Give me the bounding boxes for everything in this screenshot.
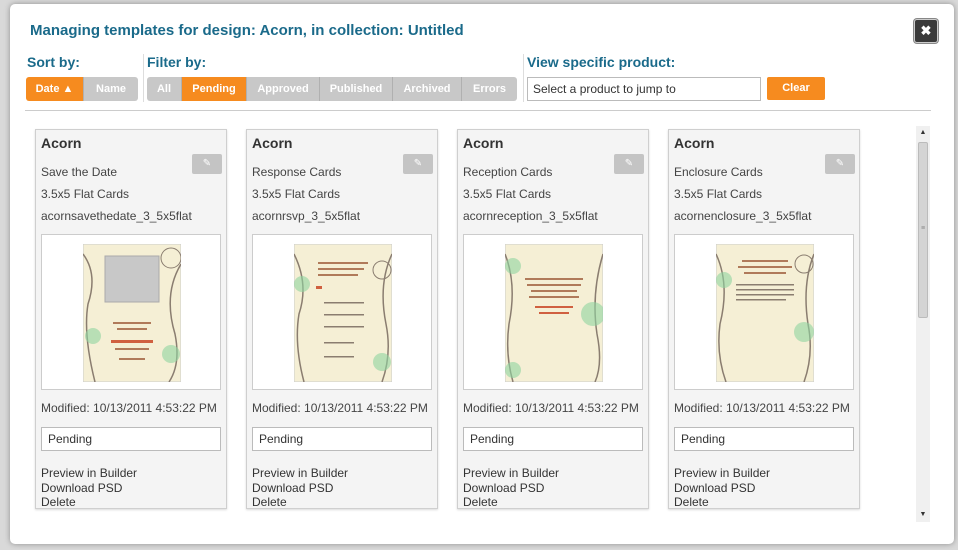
pencil-icon[interactable]: ✎ bbox=[825, 154, 855, 174]
card-size: 3.5x5 Flat Cards bbox=[252, 187, 341, 201]
product-jump-input[interactable] bbox=[527, 77, 761, 101]
card-modified: Modified: 10/13/2011 4:53:22 PM bbox=[674, 401, 850, 415]
template-card: Acorn ✎ Response Cards 3.5x5 Flat Cards … bbox=[246, 129, 438, 509]
delete-link[interactable]: Delete bbox=[463, 495, 498, 509]
dialog-title: Managing templates for design: Acorn, in… bbox=[30, 22, 464, 39]
template-card: Acorn ✎ Save the Date 3.5x5 Flat Cards a… bbox=[35, 129, 227, 509]
card-type: Response Cards bbox=[252, 165, 342, 179]
scroll-down-icon[interactable]: ▼ bbox=[916, 508, 930, 522]
card-type: Reception Cards bbox=[463, 165, 553, 179]
separator bbox=[25, 110, 931, 111]
filter-button-group: All Pending Approved Published Archived … bbox=[147, 77, 517, 101]
card-modified: Modified: 10/13/2011 4:53:22 PM bbox=[463, 401, 639, 415]
scroll-up-icon[interactable]: ▲ bbox=[916, 126, 930, 140]
card-code: acornrsvp_3_5x5flat bbox=[252, 209, 361, 223]
product-label: View specific product: bbox=[527, 54, 676, 70]
download-psd-link[interactable]: Download PSD bbox=[463, 481, 544, 495]
template-card: Acorn ✎ Reception Cards 3.5x5 Flat Cards… bbox=[457, 129, 649, 509]
card-type: Enclosure Cards bbox=[674, 165, 763, 179]
download-psd-link[interactable]: Download PSD bbox=[41, 481, 122, 495]
filter-approved-button[interactable]: Approved bbox=[247, 77, 320, 101]
sort-label: Sort by: bbox=[27, 54, 80, 70]
filter-archived-button[interactable]: Archived bbox=[393, 77, 462, 101]
card-modified: Modified: 10/13/2011 4:53:22 PM bbox=[252, 401, 428, 415]
pencil-icon[interactable]: ✎ bbox=[192, 154, 222, 174]
card-type: Save the Date bbox=[41, 165, 118, 179]
preview-link[interactable]: Preview in Builder bbox=[674, 466, 770, 480]
preview-link[interactable]: Preview in Builder bbox=[463, 466, 559, 480]
card-modified: Modified: 10/13/2011 4:53:22 PM bbox=[41, 401, 217, 415]
grip-icon: ≡ bbox=[921, 225, 926, 232]
card-title: Acorn bbox=[674, 135, 715, 151]
close-icon[interactable]: ✖ bbox=[914, 19, 938, 43]
card-code: acornenclosure_3_5x5flat bbox=[674, 209, 812, 223]
divider bbox=[523, 54, 524, 102]
card-title: Acorn bbox=[252, 135, 293, 151]
preview-link[interactable]: Preview in Builder bbox=[41, 466, 137, 480]
delete-link[interactable]: Delete bbox=[41, 495, 76, 509]
sort-button-group: Date ▲ Name bbox=[26, 77, 138, 101]
card-thumbnail[interactable] bbox=[252, 234, 432, 390]
filter-published-button[interactable]: Published bbox=[320, 77, 393, 101]
enclosure-card-preview-image bbox=[716, 244, 814, 382]
card-thumbnail[interactable] bbox=[41, 234, 221, 390]
download-psd-link[interactable]: Download PSD bbox=[674, 481, 755, 495]
filter-errors-button[interactable]: Errors bbox=[462, 77, 517, 101]
status-field[interactable]: Pending bbox=[41, 427, 221, 451]
card-title: Acorn bbox=[463, 135, 504, 151]
save-the-date-preview-image bbox=[83, 244, 181, 382]
card-code: acornreception_3_5x5flat bbox=[463, 209, 598, 223]
divider bbox=[143, 54, 144, 102]
status-field[interactable]: Pending bbox=[463, 427, 643, 451]
pencil-icon[interactable]: ✎ bbox=[614, 154, 644, 174]
card-title: Acorn bbox=[41, 135, 82, 151]
scrollbar[interactable]: ▲ ≡ ▼ bbox=[916, 126, 930, 522]
scroll-thumb[interactable]: ≡ bbox=[918, 142, 928, 318]
card-code: acornsavethedate_3_5x5flat bbox=[41, 209, 192, 223]
card-size: 3.5x5 Flat Cards bbox=[463, 187, 552, 201]
sort-date-button[interactable]: Date ▲ bbox=[26, 77, 84, 101]
clear-button[interactable]: Clear bbox=[767, 77, 825, 100]
reception-card-preview-image bbox=[505, 244, 603, 382]
download-psd-link[interactable]: Download PSD bbox=[252, 481, 333, 495]
card-size: 3.5x5 Flat Cards bbox=[41, 187, 130, 201]
delete-link[interactable]: Delete bbox=[252, 495, 287, 509]
status-field[interactable]: Pending bbox=[252, 427, 432, 451]
preview-link[interactable]: Preview in Builder bbox=[252, 466, 348, 480]
filter-label: Filter by: bbox=[147, 54, 207, 70]
status-field[interactable]: Pending bbox=[674, 427, 854, 451]
delete-link[interactable]: Delete bbox=[674, 495, 709, 509]
card-thumbnail[interactable] bbox=[674, 234, 854, 390]
card-thumbnail[interactable] bbox=[463, 234, 643, 390]
pencil-icon[interactable]: ✎ bbox=[403, 154, 433, 174]
filter-all-button[interactable]: All bbox=[147, 77, 182, 101]
sort-name-button[interactable]: Name bbox=[84, 77, 138, 101]
card-size: 3.5x5 Flat Cards bbox=[674, 187, 763, 201]
filter-pending-button[interactable]: Pending bbox=[182, 77, 247, 101]
template-card: Acorn ✎ Enclosure Cards 3.5x5 Flat Cards… bbox=[668, 129, 860, 509]
response-card-preview-image bbox=[294, 244, 392, 382]
